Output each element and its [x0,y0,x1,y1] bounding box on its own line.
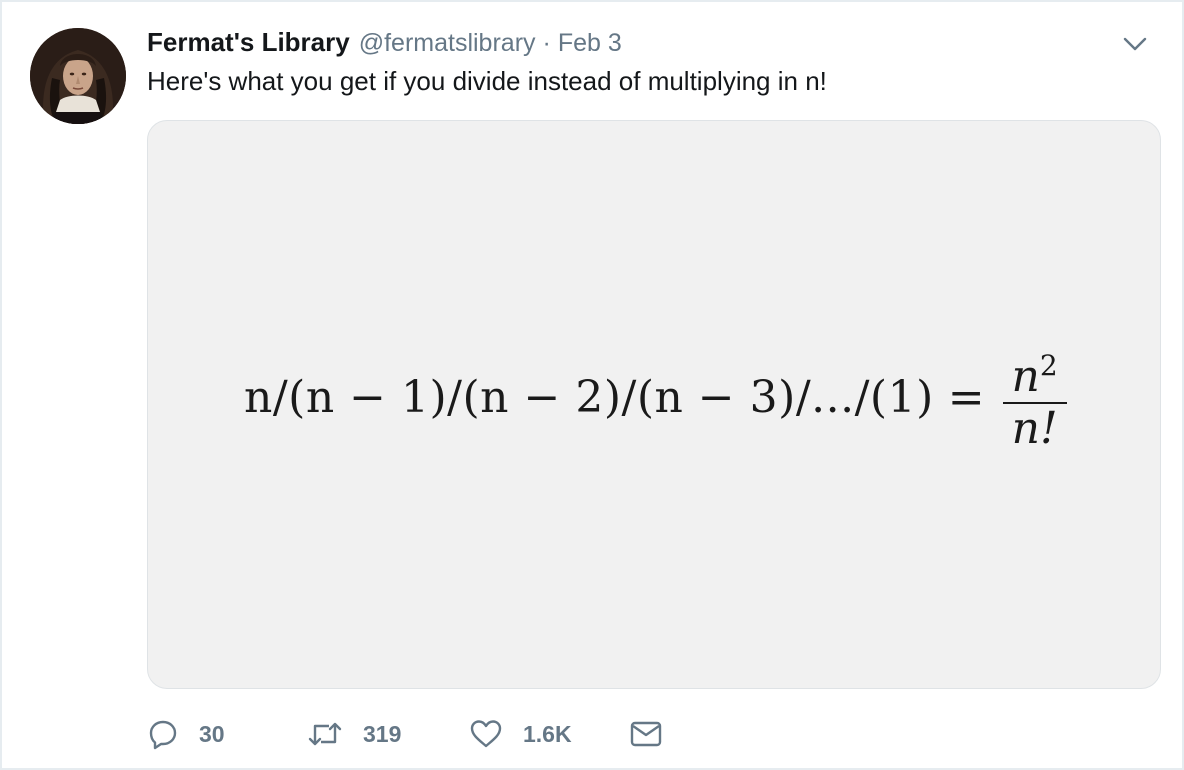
separator-dot: · [542,29,551,57]
tweet-header: Fermat's Library @fermatslibrary · Feb 3 [147,24,622,60]
reply-count: 30 [199,720,225,747]
retweet-count: 319 [363,720,402,747]
reply-icon [147,718,179,750]
retweet-button[interactable]: 319 [307,718,469,750]
avatar[interactable] [30,28,126,124]
tweet-text: Here's what you get if you divide instea… [147,66,827,96]
envelope-icon [629,719,663,749]
chevron-down-icon[interactable] [1120,32,1150,56]
direct-message-button[interactable] [629,719,663,749]
like-count: 1.6K [523,720,572,747]
tweet-actions: 30 319 1.6K [147,710,663,758]
tweet-media-image[interactable]: n/(n − 1)/(n − 2)/(n − 3)/.../(1) = n2 n… [147,120,1161,689]
reply-button[interactable]: 30 [147,718,307,750]
formula-lhs: n/(n − 1)/(n − 2)/(n − 3)/.../(1) [244,372,934,423]
user-handle[interactable]: @fermatslibrary [359,25,536,61]
formula-numerator-exponent: 2 [1039,349,1058,382]
tweet-card[interactable]: Fermat's Library @fermatslibrary · Feb 3… [0,0,1184,770]
formula: n/(n − 1)/(n − 2)/(n − 3)/.../(1) = n2 n… [244,341,1067,454]
formula-numerator: n2 [1006,341,1064,402]
like-button[interactable]: 1.6K [469,718,629,750]
display-name[interactable]: Fermat's Library [147,24,350,60]
retweet-icon [307,718,343,750]
tweet-date[interactable]: Feb 3 [558,25,622,61]
formula-numerator-base: n [1011,351,1040,402]
formula-equals: = [947,372,985,423]
formula-fraction: n2 n! [1002,341,1067,454]
heart-icon [469,718,503,750]
formula-denominator: n! [1011,403,1058,454]
